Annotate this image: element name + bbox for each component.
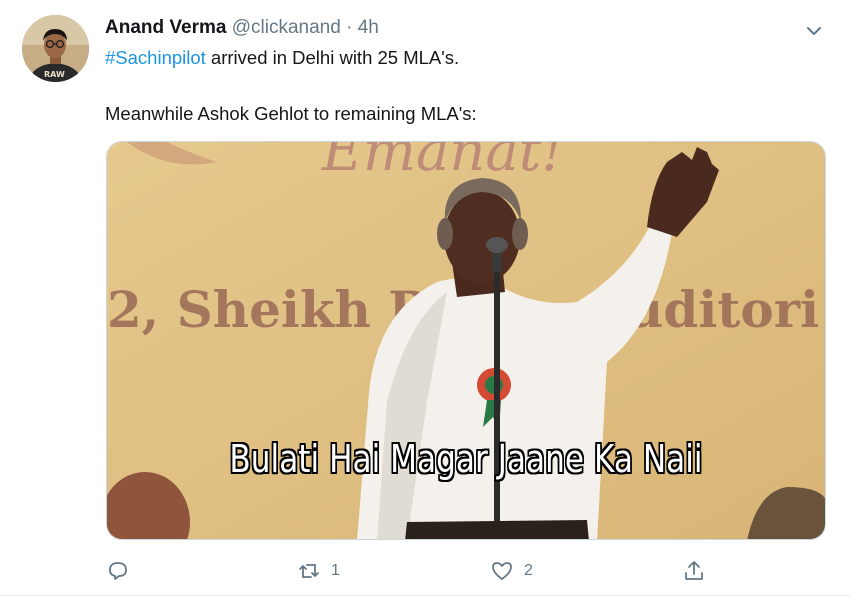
avatar[interactable]: RAW bbox=[22, 15, 89, 82]
display-name[interactable]: Anand Verma bbox=[105, 17, 226, 38]
reply-icon bbox=[109, 562, 127, 580]
chevron-down-icon[interactable] bbox=[803, 20, 825, 42]
shirt-print: RAW bbox=[44, 70, 65, 79]
timestamp[interactable]: 4h bbox=[358, 17, 379, 38]
tweet-actions: 1 2 bbox=[0, 557, 850, 587]
share-button[interactable] bbox=[682, 557, 706, 585]
tweet-text-rest: arrived in Delhi with 25 MLA's. bbox=[205, 47, 460, 68]
tweet-card[interactable]: RAW Anand Verma @clickanand · 4h #Sachin… bbox=[0, 0, 850, 596]
banner-mid-left: 2, Sheikh R bbox=[107, 280, 430, 339]
reply-button[interactable] bbox=[106, 557, 130, 585]
share-icon bbox=[685, 561, 703, 580]
hashtag-link[interactable]: #Sachinpilot bbox=[105, 47, 206, 68]
tweet-media-image[interactable]: Emanat! 2, Sheikh R uditori Bulati Hai M… bbox=[106, 141, 826, 540]
like-count: 2 bbox=[524, 562, 533, 579]
retweet-icon bbox=[299, 564, 319, 578]
user-handle[interactable]: @clickanand bbox=[232, 17, 341, 38]
heart-icon bbox=[492, 562, 512, 580]
tweet-header: Anand Verma @clickanand · 4h bbox=[105, 17, 379, 39]
retweet-count: 1 bbox=[331, 562, 340, 579]
tweet-text-line2: Meanwhile Ashok Gehlot to remaining MLA'… bbox=[105, 103, 477, 124]
meme-caption: Bulati Hai Magar Jaane Ka Naii bbox=[229, 437, 703, 481]
banner-top-text: Emanat! bbox=[321, 142, 564, 184]
retweet-button[interactable]: 1 bbox=[297, 557, 340, 585]
like-button[interactable]: 2 bbox=[490, 557, 533, 585]
tweet-text-line1: #Sachinpilot arrived in Delhi with 25 ML… bbox=[105, 47, 459, 69]
separator-dot: · bbox=[346, 17, 353, 38]
